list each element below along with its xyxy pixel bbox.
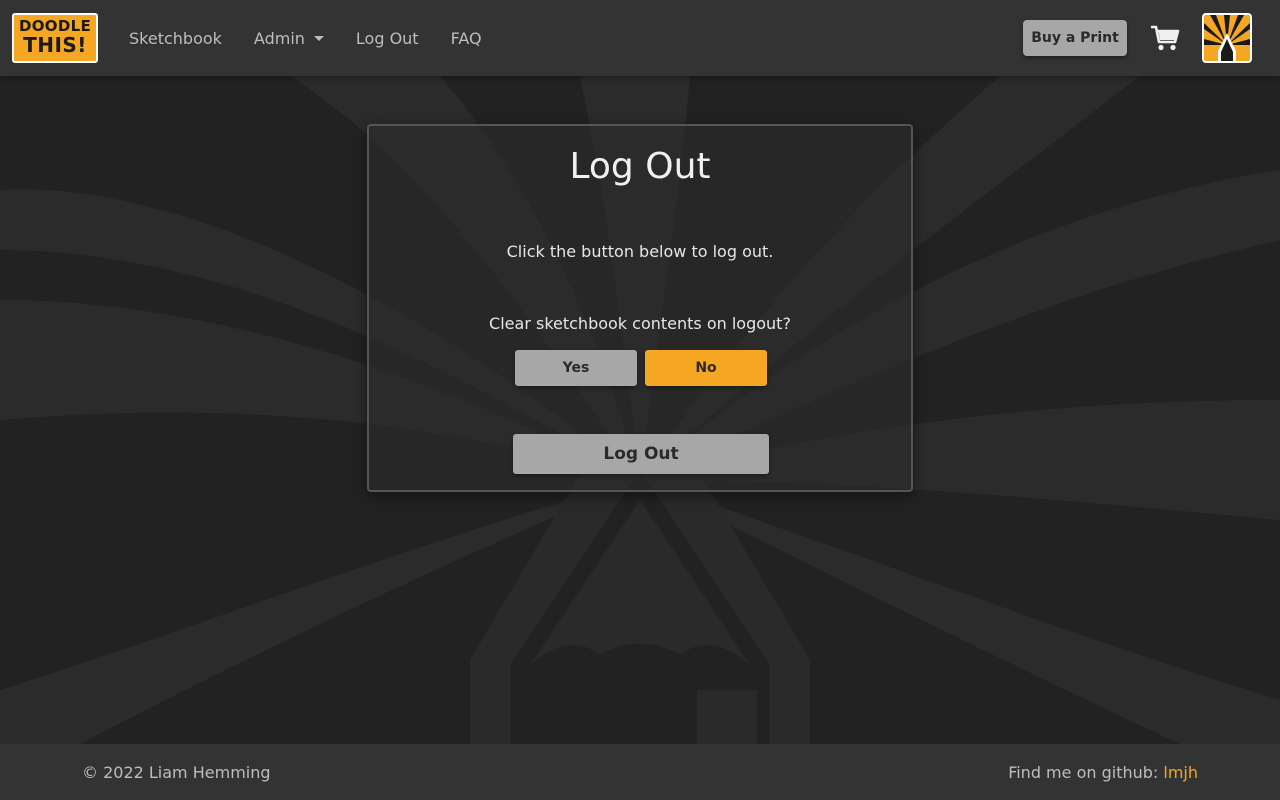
chevron-down-icon — [313, 35, 324, 41]
user-avatar[interactable] — [1202, 13, 1252, 63]
copyright-text: © 2022 Liam Hemming — [82, 763, 271, 782]
navbar: DOODLE THIS! Sketchbook Admin Log Out FA… — [0, 0, 1280, 76]
doodle-this-logo[interactable]: DOODLE THIS! — [12, 13, 98, 63]
pencil-sunburst-icon — [1204, 15, 1250, 61]
logout-card: Log Out Click the button below to log ou… — [367, 124, 913, 492]
buy-a-print-button[interactable]: Buy a Print — [1023, 20, 1127, 56]
github-link[interactable]: lmjh — [1163, 763, 1198, 782]
nav-link-admin-label: Admin — [253, 28, 305, 48]
logout-instruction: Click the button below to log out. — [506, 242, 774, 261]
github-prefix: Find me on github: — [1008, 763, 1164, 782]
shopping-cart-icon[interactable] — [1150, 24, 1180, 52]
nav-links: Sketchbook Admin Log Out FAQ — [129, 0, 514, 76]
clear-yes-button[interactable]: Yes — [515, 350, 637, 386]
clear-sketchbook-question: Clear sketchbook contents on logout? — [489, 314, 791, 333]
nav-link-log-out[interactable]: Log Out — [356, 29, 419, 48]
page-title: Log Out — [569, 146, 711, 187]
log-out-button[interactable]: Log Out — [513, 434, 769, 474]
clear-no-button[interactable]: No — [645, 350, 767, 386]
page: DOODLE THIS! Sketchbook Admin Log Out FA… — [0, 0, 1280, 800]
logo-line2: THIS! — [23, 33, 87, 57]
github-credit: Find me on github: lmjh — [1008, 763, 1198, 782]
nav-link-sketchbook[interactable]: Sketchbook — [129, 29, 222, 48]
nav-link-faq[interactable]: FAQ — [451, 29, 482, 48]
logo-line1: DOODLE — [18, 17, 91, 35]
footer: © 2022 Liam Hemming Find me on github: l… — [0, 744, 1280, 800]
nav-link-admin[interactable]: Admin — [254, 29, 324, 48]
